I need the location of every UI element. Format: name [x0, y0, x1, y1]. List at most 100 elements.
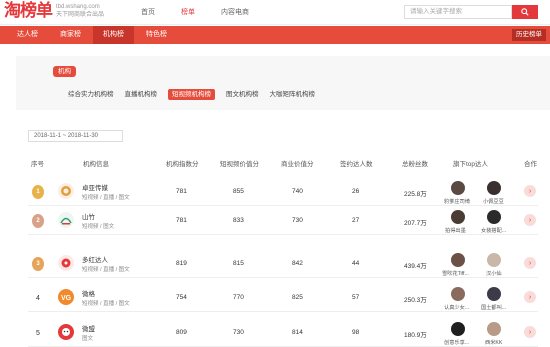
talent-avatar[interactable]	[451, 287, 465, 301]
index-score: 781	[176, 217, 187, 224]
site-logo[interactable]: 淘榜单 tbd.wshang.com 天下网商联合出品	[4, 1, 104, 23]
date-range-picker[interactable]: 2018-11-1 ~ 2018-11-30	[28, 130, 123, 142]
talent-avatar[interactable]	[451, 210, 465, 224]
talent-name: 创意乐享...	[444, 340, 470, 346]
table-row[interactable]: 1 卓亚传媒 短视频 / 直播 / 图文 781 855 740 26 225.…	[28, 177, 538, 206]
video-score: 833	[233, 217, 244, 224]
filter-panel	[16, 56, 550, 110]
search-icon	[521, 8, 529, 16]
category-tag: 机构	[53, 66, 76, 77]
talent-name: 汉小仙	[486, 271, 502, 277]
search-input[interactable]: 请输入关键字搜索	[404, 5, 512, 19]
col-top-talent: 旗下top达人	[453, 161, 489, 168]
cooperate-button[interactable]: ›	[524, 291, 536, 303]
org-name[interactable]: 山竹	[82, 211, 95, 221]
talent-avatar[interactable]	[487, 322, 501, 336]
nav-rankings[interactable]: 榜单	[181, 7, 195, 17]
talent-avatar[interactable]	[451, 253, 465, 267]
talent-name: 国土都叫...	[481, 305, 507, 311]
org-types: 短视频 / 直播 / 图文	[82, 195, 130, 201]
talent-avatar[interactable]	[487, 181, 501, 195]
tab-talent[interactable]: 达人榜	[7, 26, 48, 44]
table-row[interactable]: 5 微盟 图文 809 730 814 98 180.9万 创意乐享... 西米…	[28, 318, 538, 347]
chevron-right-icon: ›	[528, 259, 532, 267]
org-types: 短视频 / 直播 / 图文	[82, 267, 130, 273]
talent-avatar[interactable]	[487, 210, 501, 224]
signed-count: 27	[352, 217, 360, 224]
video-score: 730	[233, 329, 244, 336]
cooperate-button[interactable]: ›	[524, 326, 536, 338]
logo-slogan: 天下网商联合出品	[56, 12, 105, 18]
org-name[interactable]: 卓亚传媒	[82, 182, 108, 192]
org-logo	[58, 324, 74, 340]
org-logo	[58, 183, 74, 199]
top-nav: 首页 榜单 内容电商	[141, 0, 275, 24]
sub-tabs: 综合实力机构榜 直播机构榜 短视频机构榜 图文机构榜 大咖矩阵机构榜	[68, 89, 326, 100]
subtab-matrix[interactable]: 大咖矩阵机构榜	[270, 89, 316, 100]
talent-name: 女装搭配...	[481, 228, 507, 234]
chevron-right-icon: ›	[528, 187, 532, 195]
col-video-score: 短视频价值分	[220, 161, 259, 168]
org-logo	[58, 255, 74, 271]
talent-avatar[interactable]	[487, 253, 501, 267]
video-score: 815	[233, 260, 244, 267]
svg-text:VG: VG	[61, 295, 72, 302]
video-score: 770	[233, 294, 244, 301]
subtab-live[interactable]: 直播机构榜	[125, 89, 158, 100]
chevron-right-icon: ›	[528, 216, 532, 224]
fans-count: 225.8万	[404, 191, 427, 198]
subtab-graphic[interactable]: 图文机构榜	[226, 89, 259, 100]
tab-merchant[interactable]: 商家榜	[50, 26, 91, 44]
signed-count: 98	[352, 329, 360, 336]
cooperate-button[interactable]: ›	[524, 257, 536, 269]
rank-medal-gold: 1	[30, 184, 46, 200]
top-bar: 淘榜单 tbd.wshang.com 天下网商联合出品 首页 榜单 内容电商 请…	[0, 0, 550, 25]
index-score: 819	[176, 260, 187, 267]
biz-score: 740	[292, 188, 303, 195]
talent-avatar[interactable]	[451, 322, 465, 336]
org-logo	[58, 212, 74, 228]
signed-count: 57	[352, 294, 360, 301]
tab-agency[interactable]: 机构榜	[93, 26, 134, 44]
biz-score: 842	[292, 260, 303, 267]
org-logo: VG	[58, 289, 74, 305]
chevron-right-icon: ›	[528, 328, 532, 336]
search-button[interactable]	[512, 5, 538, 19]
col-signed: 签约达人数	[340, 161, 373, 168]
subtab-short-video[interactable]: 短视频机构榜	[168, 89, 215, 100]
talent-name: 豹爹庄司绮	[444, 199, 470, 205]
nav-content-commerce[interactable]: 内容电商	[221, 7, 249, 17]
signed-count: 44	[352, 260, 360, 267]
index-score: 809	[176, 329, 187, 336]
subtab-overall[interactable]: 综合实力机构榜	[68, 89, 114, 100]
fans-count: 180.9万	[404, 332, 427, 339]
org-name[interactable]: 微盟	[82, 323, 95, 333]
biz-score: 730	[292, 217, 303, 224]
history-button[interactable]: 历史榜单	[512, 29, 546, 41]
tab-special[interactable]: 特色榜	[136, 26, 177, 44]
talent-name: 小佩豆豆	[483, 199, 504, 205]
talent-name: 拍得出墨	[445, 228, 466, 234]
col-rank: 序号	[31, 161, 44, 168]
cooperate-button[interactable]: ›	[524, 185, 536, 197]
org-name[interactable]: 微格	[82, 288, 95, 298]
rank-number: 4	[36, 294, 40, 302]
table-row[interactable]: 3 多红达人 短视频 / 直播 / 图文 819 815 842 44 439.…	[28, 249, 538, 278]
talent-avatar[interactable]	[487, 287, 501, 301]
col-fans: 总粉丝数	[402, 161, 428, 168]
nav-home[interactable]: 首页	[141, 7, 155, 17]
logo-domain: tbd.wshang.com	[56, 4, 100, 10]
table-header: 序号 机构信息 机构指数分 短视频价值分 商业价值分 签约达人数 总粉丝数 旗下…	[28, 158, 538, 170]
col-cooperate: 合作	[524, 161, 537, 168]
table-row[interactable]: 4 VG 微格 短视频 / 直播 / 图文 754 770 825 57 250…	[28, 283, 538, 312]
fans-count: 439.4万	[404, 263, 427, 270]
talent-avatar[interactable]	[451, 181, 465, 195]
index-score: 781	[176, 188, 187, 195]
cooperate-button[interactable]: ›	[524, 214, 536, 226]
talent-name: 西米KK	[485, 340, 503, 346]
rank-medal-silver: 2	[30, 213, 46, 229]
biz-score: 814	[292, 329, 303, 336]
table-row[interactable]: 2 山竹 短视频 / 图文 781 833 730 27 207.7万 拍得出墨…	[28, 206, 538, 235]
org-name[interactable]: 多红达人	[82, 254, 108, 264]
talent-name: 认真少女...	[444, 305, 470, 311]
